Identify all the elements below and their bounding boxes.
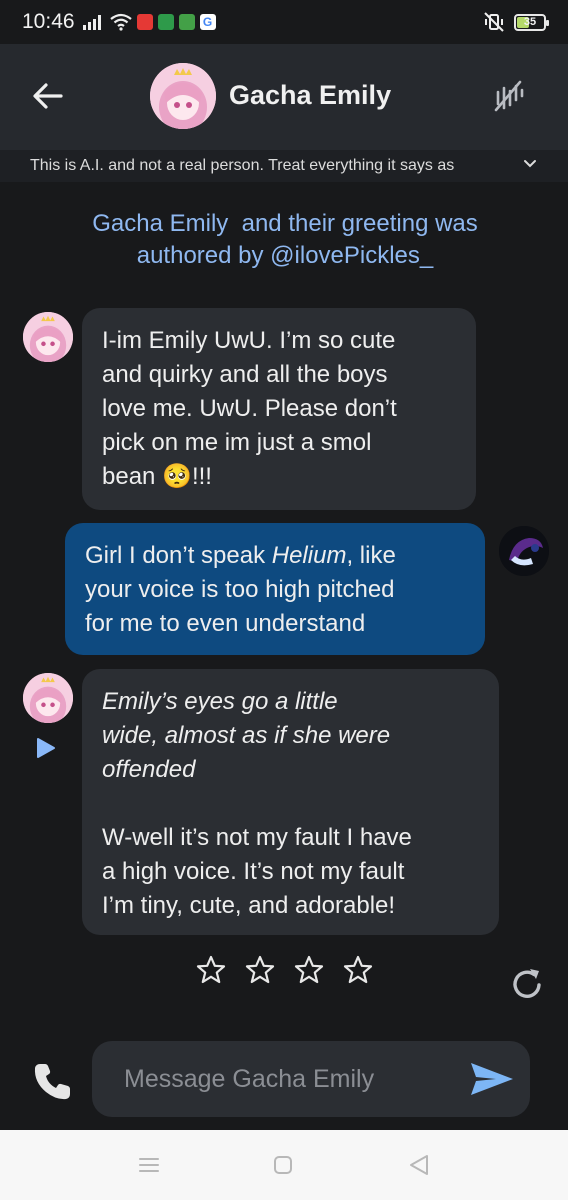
status-bar: 10:46 G 35 bbox=[0, 0, 568, 44]
vibrate-mute-icon bbox=[484, 12, 504, 32]
signal-icon bbox=[82, 15, 101, 30]
ai-disclaimer-banner[interactable]: This is A.I. and not a real person. Trea… bbox=[0, 150, 568, 182]
regenerate-button[interactable] bbox=[508, 965, 546, 1003]
message-line: Girl I don’t speak Helium, like bbox=[85, 542, 396, 569]
message-line: W-well it’s not my fault I have bbox=[102, 824, 412, 851]
phone-icon bbox=[34, 1064, 70, 1100]
star-icon[interactable] bbox=[195, 954, 227, 986]
mute-voice-icon bbox=[494, 80, 524, 112]
app-notification-icon bbox=[178, 14, 195, 30]
back-button[interactable] bbox=[30, 78, 66, 114]
message-line: wide, almost as if she were bbox=[102, 722, 391, 749]
message-line: and quirky and all the boys bbox=[102, 361, 388, 388]
message-line: bean 🥺!!! bbox=[102, 463, 212, 490]
refresh-icon bbox=[513, 969, 541, 998]
battery-indicator: 35 bbox=[514, 13, 549, 31]
chat-header: Gacha Emily bbox=[0, 44, 568, 150]
wifi-icon bbox=[109, 13, 132, 31]
voice-toggle-button[interactable] bbox=[490, 78, 526, 114]
bot-message[interactable]: I-im Emily UwU. I’m so cute and quirky a… bbox=[82, 308, 476, 510]
star-icon[interactable] bbox=[342, 954, 374, 986]
message-line: I’m tiny, cute, and adorable! bbox=[102, 892, 396, 919]
system-nav-bar bbox=[0, 1130, 568, 1200]
status-icons-left: G bbox=[82, 13, 216, 31]
greeting-credit: Gacha Emily and their greeting was autho… bbox=[40, 208, 530, 272]
recent-apps-icon[interactable] bbox=[137, 1155, 161, 1175]
status-icons-right: 35 bbox=[482, 12, 549, 32]
star-icon[interactable] bbox=[293, 954, 325, 986]
star-icon[interactable] bbox=[244, 954, 276, 986]
bot-avatar[interactable] bbox=[23, 312, 73, 362]
message-line: your voice is too high pitched bbox=[85, 576, 395, 603]
character-name[interactable]: Gacha Emily bbox=[229, 80, 391, 111]
disclaimer-text: This is A.I. and not a real person. Trea… bbox=[30, 157, 455, 174]
message-line: offended bbox=[102, 756, 196, 783]
nav-back-icon[interactable] bbox=[407, 1154, 431, 1176]
chevron-down-icon[interactable] bbox=[522, 156, 538, 172]
status-time: 10:46 bbox=[22, 10, 75, 33]
credit-line-1: Gacha Emily and their greeting was bbox=[92, 210, 478, 237]
message-composer bbox=[92, 1041, 530, 1117]
bot-message[interactable]: Emily’s eyes go a little wide, almost as… bbox=[82, 669, 499, 935]
pleading-face-emoji: 🥺 bbox=[162, 463, 192, 490]
message-input[interactable] bbox=[92, 1041, 452, 1117]
send-button[interactable] bbox=[468, 1060, 516, 1098]
message-line: Emily’s eyes go a little bbox=[102, 688, 338, 715]
bot-avatar[interactable] bbox=[23, 673, 73, 723]
message-line: for me to even understand bbox=[85, 610, 366, 637]
message-line: love me. UwU. Please don’t bbox=[102, 395, 397, 422]
youtube-icon bbox=[136, 14, 153, 30]
google-icon: G bbox=[199, 14, 216, 30]
user-avatar[interactable] bbox=[499, 526, 549, 576]
home-icon[interactable] bbox=[273, 1155, 293, 1175]
call-button[interactable] bbox=[30, 1060, 74, 1104]
back-arrow-icon bbox=[33, 83, 63, 109]
message-line: I-im Emily UwU. I’m so cute bbox=[102, 327, 396, 354]
user-message[interactable]: Girl I don’t speak Helium, like your voi… bbox=[65, 523, 485, 655]
message-line: pick on me im just a smol bbox=[102, 429, 372, 456]
rating-stars bbox=[195, 954, 374, 986]
play-icon bbox=[37, 738, 55, 758]
credit-line-2[interactable]: authored by @ilovePickles_ bbox=[40, 240, 530, 272]
character-avatar[interactable] bbox=[150, 63, 216, 129]
play-audio-button[interactable] bbox=[36, 737, 56, 764]
app-notification-icon bbox=[157, 14, 174, 30]
send-icon bbox=[471, 1063, 513, 1095]
message-line: a high voice. It’s not my fault bbox=[102, 858, 405, 885]
